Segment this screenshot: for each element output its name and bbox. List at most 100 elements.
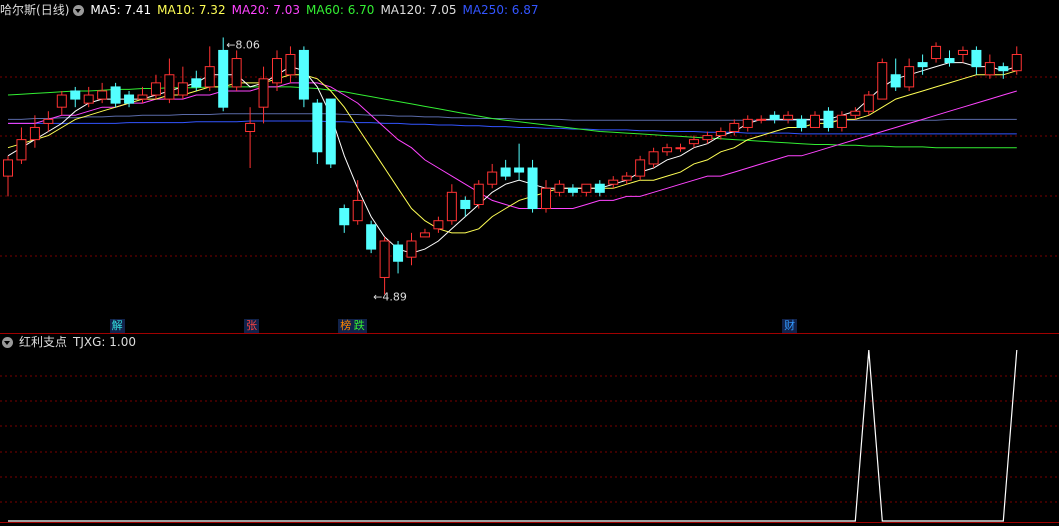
candle-body — [769, 114, 780, 120]
ma-legend: MA5: 7.41 MA10: 7.32 MA20: 7.03 MA60: 6.70 M… — [90, 2, 544, 18]
stock-title[interactable]: 哈尔斯(日线) — [0, 2, 69, 18]
ma-legend-item[interactable]: MA20: 7.03 — [232, 3, 300, 17]
candle — [1011, 46, 1022, 75]
candle-body — [715, 131, 726, 137]
ma-legend-item[interactable]: MA250: 6.87 — [462, 3, 538, 17]
candle-body — [823, 110, 834, 128]
candle-body — [971, 49, 982, 68]
candle — [285, 46, 296, 83]
candle-body — [150, 82, 161, 96]
candle-body — [675, 147, 686, 150]
candle-body — [393, 244, 404, 262]
candle-body — [648, 151, 659, 165]
chart-period: (日线) — [36, 3, 70, 17]
candle-body — [352, 199, 363, 222]
ma-legend-item[interactable]: MA10: 7.32 — [157, 3, 225, 17]
candle-body — [1011, 53, 1022, 72]
candle — [756, 115, 767, 124]
candle — [554, 180, 565, 197]
candle-body — [70, 90, 81, 100]
candle — [70, 86, 81, 108]
candle-body — [877, 62, 888, 100]
candle — [446, 184, 457, 225]
candle — [541, 180, 551, 213]
event-marker[interactable]: 财 — [782, 319, 798, 333]
candle — [433, 216, 444, 233]
candle-body — [245, 122, 256, 133]
sub-indicator-value: TJXG: 1.00 — [73, 335, 136, 349]
sub-indicator-toggle-icon[interactable] — [2, 336, 13, 348]
candle — [810, 111, 820, 128]
candle-body — [890, 74, 901, 88]
candle-body — [460, 199, 471, 210]
candle-body — [83, 94, 94, 104]
candle — [783, 111, 794, 124]
main-chart-header: 哈尔斯(日线) MA5: 7.41 MA10: 7.32 MA20: 7.03 MA6… — [0, 2, 545, 18]
event-marker[interactable]: 解 — [109, 319, 125, 333]
sub-indicator-name[interactable]: 红利支点 — [19, 334, 67, 350]
candle — [56, 90, 67, 116]
candle-body — [379, 240, 390, 278]
candle — [177, 66, 188, 100]
candle-body — [191, 78, 202, 88]
chart-canvas[interactable]: ←8.06 ←4.89 — [0, 0, 1059, 526]
candle-body — [29, 126, 40, 141]
candle-body — [43, 118, 54, 124]
stock-name: 哈尔斯 — [0, 3, 37, 17]
candle-body — [56, 94, 67, 108]
candle-body — [110, 86, 121, 104]
event-marker[interactable]: 跌 — [351, 319, 367, 333]
candle-body — [473, 183, 484, 205]
ma-line-ma120 — [8, 113, 1017, 121]
candle — [124, 90, 135, 108]
candle — [823, 107, 834, 132]
candle — [581, 183, 592, 197]
candle — [635, 155, 646, 181]
candle-body — [272, 58, 282, 84]
candle-body — [339, 208, 350, 226]
candle-body — [406, 240, 417, 258]
candle-body — [231, 58, 242, 88]
candle-body — [177, 82, 188, 96]
candle-body — [931, 45, 942, 60]
candle — [150, 74, 161, 100]
candle — [419, 228, 430, 238]
ma-legend-item[interactable]: MA5: 7.41 — [90, 3, 151, 17]
candle-body — [258, 78, 269, 108]
candle-body — [850, 110, 861, 116]
candle — [339, 204, 350, 233]
candle — [769, 111, 780, 124]
candle-body — [285, 53, 296, 76]
candle — [231, 50, 242, 91]
candle — [164, 58, 175, 104]
candle — [527, 159, 538, 213]
candle — [850, 107, 861, 120]
ma-legend-item[interactable]: MA120: 7.05 — [380, 3, 456, 17]
ma-legend-item[interactable]: MA60: 6.70 — [306, 3, 374, 17]
candle-body — [541, 187, 551, 210]
candle — [729, 119, 740, 136]
candle — [877, 58, 888, 100]
candle-body — [944, 58, 955, 64]
event-marker[interactable]: 张 — [244, 319, 260, 333]
candle-body — [446, 191, 457, 222]
candle-body — [312, 102, 323, 153]
candle-body — [567, 187, 578, 193]
candle-body — [810, 114, 820, 128]
candle-body — [917, 62, 928, 68]
candle — [43, 111, 54, 132]
candle-body — [97, 90, 108, 100]
candle-body — [608, 179, 619, 185]
candle — [931, 42, 942, 63]
indicator-toggle-icon[interactable] — [73, 4, 85, 16]
candle-body — [298, 49, 309, 100]
candle-body — [325, 98, 336, 165]
candle — [984, 54, 995, 79]
candle — [137, 86, 148, 104]
candle-body — [3, 159, 13, 177]
candle-body — [433, 220, 444, 230]
candle-body — [366, 224, 377, 250]
candle — [110, 82, 121, 108]
candle-body — [124, 94, 135, 104]
candle — [957, 46, 968, 63]
